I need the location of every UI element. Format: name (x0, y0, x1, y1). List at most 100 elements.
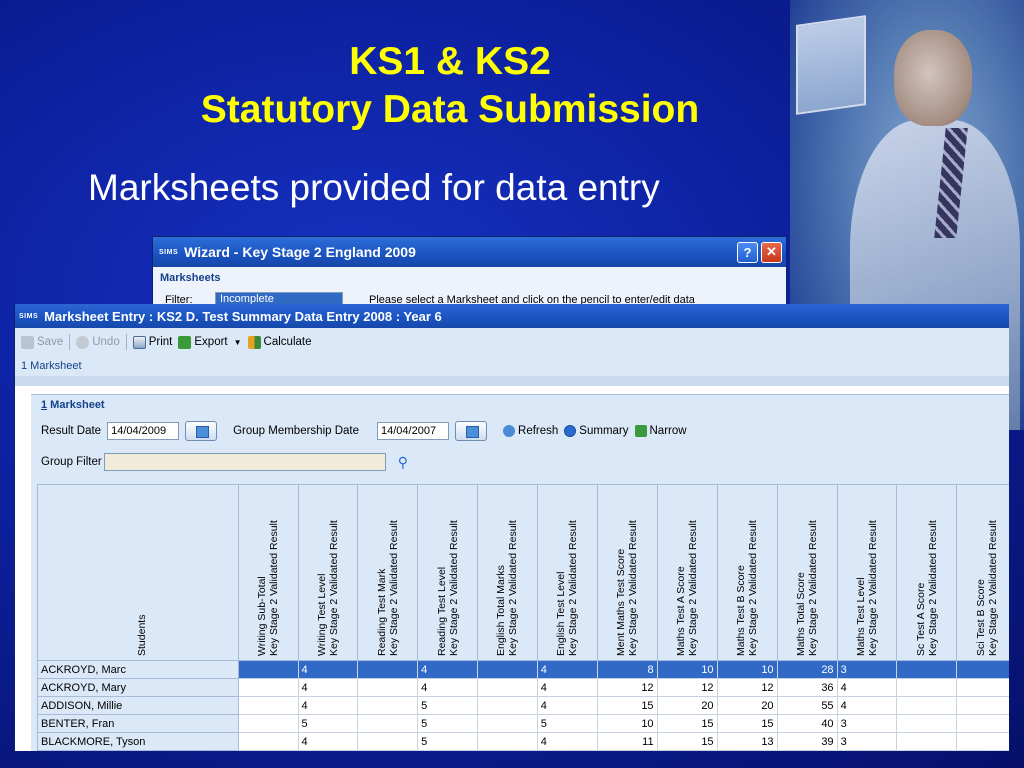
table-row[interactable]: ADDISON, Millie 4 5 4 15 20 20 55 4 (37, 696, 1009, 715)
student-name-cell[interactable]: ACKROYD, Marc (37, 660, 239, 679)
table-row[interactable]: ACKROYD, Mary 4 4 4 12 12 12 36 4 (37, 678, 1009, 697)
result-cell[interactable] (237, 660, 299, 679)
calendar-icon[interactable] (455, 421, 488, 441)
result-cell[interactable] (357, 660, 419, 679)
result-cell[interactable]: 12 (596, 678, 658, 697)
result-cell[interactable] (357, 696, 419, 715)
refresh-button[interactable]: Refresh (503, 425, 558, 437)
student-name-cell[interactable]: BENTER, Fran (37, 714, 239, 733)
marksheet-titlebar[interactable]: SIMS Marksheet Entry : KS2 D. Test Summa… (15, 304, 1009, 328)
result-cell[interactable] (956, 678, 1009, 697)
result-cell[interactable] (237, 696, 299, 715)
result-cell[interactable] (896, 678, 958, 697)
result-cell[interactable]: 4 (417, 660, 478, 679)
result-cell[interactable]: 15 (656, 732, 718, 751)
result-cell[interactable]: 3 (836, 714, 898, 733)
result-cell[interactable] (956, 660, 1009, 679)
group-filter-input[interactable] (103, 453, 386, 471)
result-cell[interactable] (357, 678, 419, 697)
result-cell[interactable]: 15 (716, 714, 778, 733)
wizard-titlebar[interactable]: SIMS Wizard - Key Stage 2 England 2009 ?… (153, 237, 786, 267)
result-cell[interactable] (476, 696, 538, 715)
result-cell[interactable]: 3 (836, 732, 898, 751)
result-cell[interactable] (476, 678, 538, 697)
column-header[interactable]: Writing Sub-Total Key Stage 2 Validated R… (237, 484, 299, 661)
result-cell[interactable]: 3 (836, 660, 898, 679)
result-cell[interactable] (956, 696, 1009, 715)
result-cell[interactable] (956, 714, 1009, 733)
export-button[interactable]: Export ▼ (178, 335, 242, 349)
result-date-field[interactable]: 14/04/2009 (107, 422, 180, 440)
result-cell[interactable]: 8 (596, 660, 658, 679)
column-header[interactable]: English Test Level Key Stage 2 Validated … (536, 484, 598, 661)
result-cell[interactable]: 4 (297, 696, 359, 715)
result-cell[interactable]: 4 (297, 732, 359, 751)
result-cell[interactable]: 5 (297, 714, 359, 733)
column-header[interactable]: Maths Test Level Key Stage 2 Validated Re… (836, 484, 898, 661)
result-cell[interactable] (237, 678, 299, 697)
result-cell[interactable]: 10 (716, 660, 778, 679)
column-header[interactable]: Sc Test A Score Key Stage 2 Validated Res… (896, 484, 958, 661)
column-header[interactable]: Writing Test Level Key Stage 2 Validated … (297, 484, 359, 661)
result-cell[interactable] (956, 732, 1009, 751)
result-cell[interactable]: 4 (836, 678, 898, 697)
student-name-cell[interactable]: ACKROYD, Mary (37, 678, 239, 697)
result-cell[interactable]: 28 (776, 660, 838, 679)
close-button[interactable]: ✕ (761, 241, 782, 263)
column-header[interactable]: Ment Maths Test Score Key Stage 2 Validat… (596, 484, 658, 661)
result-cell[interactable]: 4 (836, 696, 898, 715)
result-cell[interactable] (476, 714, 538, 733)
print-button[interactable]: Print (132, 335, 172, 349)
result-cell[interactable]: 4 (536, 660, 598, 679)
column-header[interactable]: Reading Test Mark Key Stage 2 Validated R… (357, 484, 419, 661)
result-cell[interactable] (896, 696, 958, 715)
column-header[interactable]: Maths Test A Score Key Stage 2 Validated … (656, 484, 718, 661)
result-cell[interactable]: 13 (716, 732, 778, 751)
result-cell[interactable]: 4 (417, 678, 478, 697)
column-header[interactable]: Maths Total Score Key Stage 2 Validated R… (776, 484, 838, 661)
result-cell[interactable]: 10 (656, 660, 718, 679)
result-cell[interactable]: 39 (776, 732, 838, 751)
result-cell[interactable] (237, 732, 299, 751)
result-cell[interactable]: 20 (716, 696, 778, 715)
result-cell[interactable]: 40 (776, 714, 838, 733)
result-cell[interactable]: 55 (776, 696, 838, 715)
help-button[interactable]: ? (737, 241, 758, 263)
result-cell[interactable] (357, 714, 419, 733)
result-cell[interactable] (357, 732, 419, 751)
column-header[interactable]: Reading Test Level Key Stage 2 Validated … (417, 484, 478, 661)
chevron-down-icon[interactable]: ▼ (234, 338, 242, 347)
table-row[interactable]: BLACKMORE, Tyson 4 5 4 11 15 13 39 3 (37, 732, 1009, 751)
result-cell[interactable]: 20 (656, 696, 718, 715)
result-cell[interactable]: 15 (656, 714, 718, 733)
result-cell[interactable] (476, 732, 538, 751)
result-cell[interactable] (896, 732, 958, 751)
breadcrumb[interactable]: 1 Marksheet (15, 356, 1009, 376)
result-cell[interactable]: 36 (776, 678, 838, 697)
table-row[interactable]: BENTER, Fran 5 5 5 10 15 15 40 3 (37, 714, 1009, 733)
result-cell[interactable]: 4 (297, 660, 359, 679)
calculate-button[interactable]: Calculate (247, 335, 312, 349)
result-cell[interactable]: 4 (536, 732, 598, 751)
result-cell[interactable]: 10 (596, 714, 658, 733)
result-cell[interactable]: 5 (417, 696, 478, 715)
column-header[interactable]: Maths Test B Score Key Stage 2 Validated … (716, 484, 778, 661)
result-cell[interactable]: 5 (417, 714, 478, 733)
result-cell[interactable] (896, 660, 958, 679)
result-cell[interactable] (896, 714, 958, 733)
result-cell[interactable]: 4 (536, 696, 598, 715)
column-header[interactable]: Sci Test B Score Key Stage 2 Validated Re… (956, 484, 1009, 661)
table-row[interactable]: ACKROYD, Marc 4 4 4 8 10 10 28 3 (37, 660, 1009, 679)
student-name-cell[interactable]: BLACKMORE, Tyson (37, 732, 239, 751)
summary-button[interactable]: Summary (564, 425, 629, 437)
group-membership-date-field[interactable]: 14/04/2007 (377, 422, 450, 440)
search-icon[interactable]: ⚲ (398, 454, 408, 471)
calendar-icon[interactable] (185, 421, 218, 441)
result-cell[interactable]: 4 (297, 678, 359, 697)
student-name-cell[interactable]: ADDISON, Millie (37, 696, 239, 715)
result-cell[interactable]: 11 (596, 732, 658, 751)
result-cell[interactable]: 12 (716, 678, 778, 697)
result-cell[interactable]: 4 (536, 678, 598, 697)
result-cell[interactable]: 15 (596, 696, 658, 715)
result-cell[interactable] (476, 660, 538, 679)
